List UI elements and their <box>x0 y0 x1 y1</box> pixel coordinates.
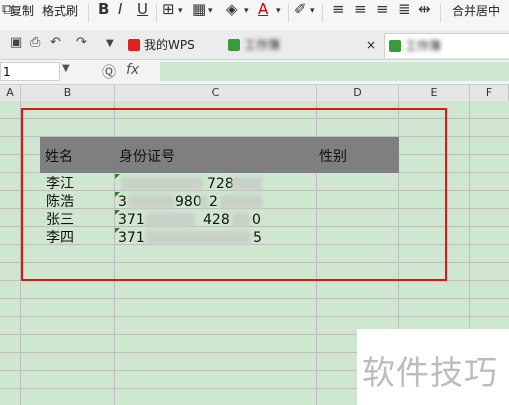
formula-bar: 1 ▼ Ⓠ fx <box>0 60 509 85</box>
cell-reference-box[interactable]: 1 <box>0 62 60 81</box>
ribbon-toolbar: ⧉ 复制 格式刷 B I U ⊞ ▾ ▦ ▾ ◈ ▾ A ▾ ✐ ▾ ≡ ≡ ≡… <box>0 0 509 31</box>
border-icon[interactable]: ⊞ <box>162 0 175 18</box>
fill-color-icon[interactable]: ◈ <box>226 0 238 18</box>
tab-label: 工作簿 <box>244 38 281 52</box>
print-icon[interactable]: ⎙ <box>30 35 40 50</box>
spreadsheet-icon <box>389 40 401 52</box>
highlight-box <box>21 108 447 281</box>
distribute-icon[interactable]: ⇹ <box>418 0 431 18</box>
chevron-down-icon[interactable]: ▾ <box>178 6 183 16</box>
font-color-icon[interactable]: A <box>258 0 268 18</box>
column-header[interactable]: F <box>470 85 509 101</box>
chevron-down-icon[interactable]: ▾ <box>276 6 281 16</box>
chevron-down-icon[interactable]: ▼ <box>62 63 70 74</box>
fx-button[interactable]: fx <box>126 62 139 78</box>
italic-icon[interactable]: I <box>118 0 122 18</box>
watermark-text: 软件技巧 <box>362 353 498 392</box>
toolbar-divider <box>88 4 89 22</box>
format-painter-button[interactable]: 格式刷 <box>42 2 78 19</box>
chevron-down-icon[interactable]: ▾ <box>244 6 249 16</box>
tab-my-wps[interactable]: 我的WPS <box>128 33 224 57</box>
close-icon[interactable]: × <box>366 33 376 57</box>
justify-icon[interactable]: ≣ <box>398 0 411 18</box>
align-right-icon[interactable]: ≡ <box>376 0 389 18</box>
toolbar-divider <box>440 4 441 22</box>
underline-icon[interactable]: U <box>137 0 148 18</box>
column-header[interactable]: B <box>21 85 115 101</box>
fill-pattern-icon[interactable]: ▦ <box>192 0 206 18</box>
column-header[interactable]: E <box>399 85 470 101</box>
tab-workbook-2[interactable]: 工作簿 <box>384 33 509 58</box>
merge-center-button[interactable]: 合并居中 <box>452 2 500 19</box>
save-icon[interactable]: ▣ <box>10 35 22 50</box>
toolbar-divider <box>288 4 289 22</box>
column-header[interactable]: A <box>0 85 21 101</box>
chevron-down-icon[interactable]: ▾ <box>208 6 213 16</box>
tab-label: 我的WPS <box>144 38 195 52</box>
tab-label: 工作簿 <box>405 39 442 53</box>
chevron-down-icon[interactable]: ▾ <box>310 6 315 16</box>
clear-format-icon[interactable]: ✐ <box>294 0 307 18</box>
bold-icon[interactable]: B <box>98 0 109 18</box>
toolbar-divider <box>322 4 323 22</box>
column-header[interactable]: C <box>115 85 317 101</box>
align-left-icon[interactable]: ≡ <box>332 0 345 18</box>
tab-workbook-1[interactable]: 工作簿 × <box>228 33 378 57</box>
wps-logo-icon <box>128 39 140 51</box>
column-header-row: A B C D E F <box>0 85 509 102</box>
formula-input[interactable] <box>160 62 509 81</box>
zoom-icon[interactable]: Ⓠ <box>102 62 116 82</box>
redo-icon[interactable]: ↷ <box>76 35 87 50</box>
toolbar-divider <box>156 4 157 22</box>
undo-icon[interactable]: ↶ <box>50 35 61 50</box>
align-center-icon[interactable]: ≡ <box>354 0 367 18</box>
copy-button[interactable]: 复制 <box>10 2 34 19</box>
spreadsheet-icon <box>228 39 240 51</box>
document-tab-bar: ▣ ⎙ ↶ ↷ ▼ 我的WPS 工作簿 × 工作簿 <box>0 30 509 60</box>
column-header[interactable]: D <box>317 85 399 101</box>
chevron-down-icon[interactable]: ▼ <box>106 38 114 49</box>
